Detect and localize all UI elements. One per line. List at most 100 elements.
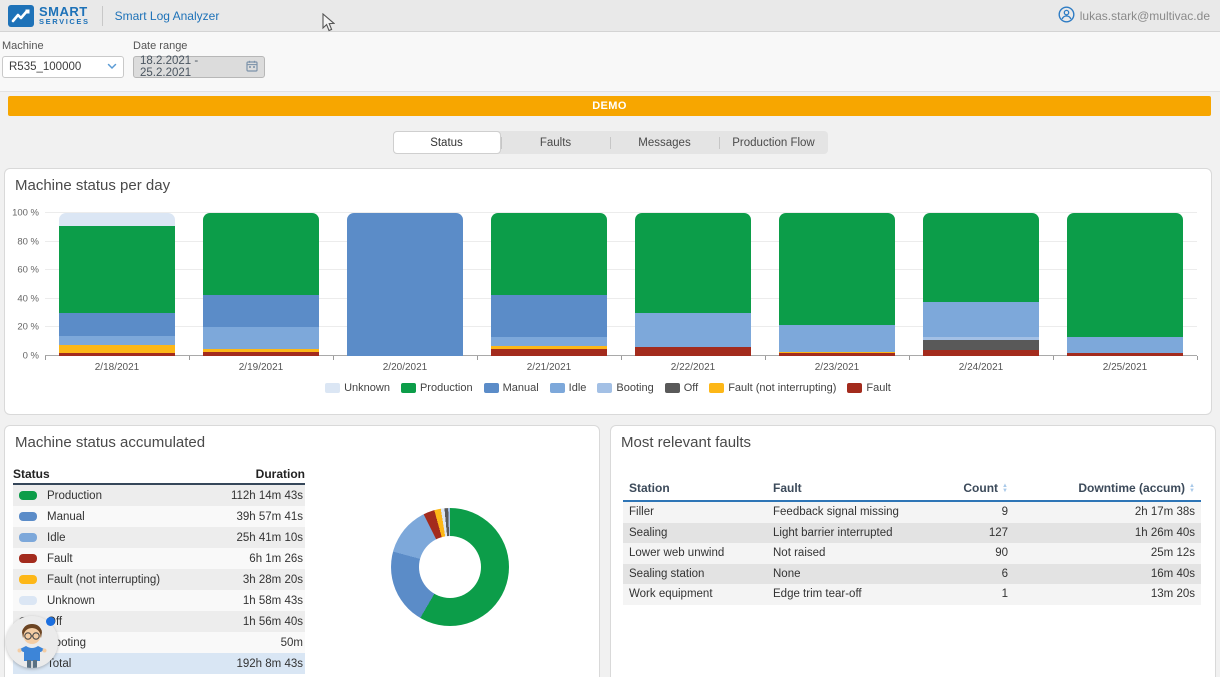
fault-description: Not raised <box>773 547 916 559</box>
fault-count: 1 <box>916 588 1026 600</box>
x-axis-tick <box>909 356 910 360</box>
date-range-input[interactable]: 18.2.2021 - 25.2.2021 <box>133 56 265 78</box>
bar-segment-production <box>59 226 175 313</box>
y-axis-labels: 0 %20 %40 %60 %80 %100 % <box>5 213 39 356</box>
accumulated-row-production[interactable]: Production112h 14m 43s <box>13 485 305 506</box>
status-name: Fault <box>47 553 73 565</box>
legend-label: Production <box>420 382 473 394</box>
tab-messages[interactable]: Messages <box>611 131 719 154</box>
bar-segment-unknown <box>59 213 175 226</box>
legend-label: Idle <box>569 382 587 394</box>
accumulated-row-manual[interactable]: Manual39h 57m 41s <box>13 506 305 527</box>
fault-row-sealing[interactable]: SealingLight barrier interrupted1271h 26… <box>623 523 1201 544</box>
machine-status-per-day-panel: Machine status per day 0 %20 %40 %60 %80… <box>4 168 1212 415</box>
x-axis-tick <box>477 356 478 360</box>
status-swatch <box>19 533 37 542</box>
legend-item-production[interactable]: Production <box>401 382 473 394</box>
bar-segment-production <box>1067 213 1183 337</box>
faults-panel-title: Most relevant faults <box>621 434 751 451</box>
x-tick-label: 2/21/2021 <box>477 362 621 373</box>
stacked-bar-chart[interactable] <box>45 213 1197 356</box>
chart-logo-icon <box>8 5 34 27</box>
y-tick-label: 100 % <box>12 208 39 219</box>
legend-item-booting[interactable]: Booting <box>597 382 653 394</box>
x-tick-label: 2/18/2021 <box>45 362 189 373</box>
x-axis-tick <box>189 356 190 360</box>
status-name: Manual <box>47 511 85 523</box>
legend-item-idle[interactable]: Idle <box>550 382 587 394</box>
legend-item-fault-not-interrupting-[interactable]: Fault (not interrupting) <box>709 382 836 394</box>
bar-group-2/21/2021[interactable] <box>477 213 621 356</box>
fault-row-work-equipment[interactable]: Work equipmentEdge trim tear-off113m 20s <box>623 584 1201 605</box>
filters-section: Machine R535_100000 Date range 18.2.2021… <box>0 32 1220 92</box>
logo-wordmark: SMART SERVICES <box>39 5 90 26</box>
fault-downtime: 16m 40s <box>1026 568 1201 580</box>
bar-segment-manual <box>203 295 319 328</box>
bar-group-2/18/2021[interactable] <box>45 213 189 356</box>
smart-services-logo[interactable]: SMART SERVICES <box>8 5 90 27</box>
bar-segment-idle <box>923 302 1039 338</box>
machine-label: Machine <box>2 40 124 52</box>
calendar-icon <box>246 60 258 75</box>
legend-swatch <box>401 383 416 393</box>
bar-segment-production <box>923 213 1039 302</box>
tab-faults[interactable]: Faults <box>502 131 610 154</box>
fault-downtime: 13m 20s <box>1026 588 1201 600</box>
fault-row-sealing-station[interactable]: Sealing stationNone616m 40s <box>623 564 1201 585</box>
fault-station: Sealing station <box>623 568 773 580</box>
fault-description: None <box>773 568 916 580</box>
status-swatch <box>19 554 37 563</box>
downtime-column-header[interactable]: Downtime (accum)▲▼ <box>1026 481 1201 495</box>
status-swatch <box>19 596 37 605</box>
bar-segment-fault <box>1067 353 1183 356</box>
tab-production-flow[interactable]: Production Flow <box>720 131 828 154</box>
legend-item-off[interactable]: Off <box>665 382 698 394</box>
app-title: Smart Log Analyzer <box>115 9 220 23</box>
bar-segment-fault <box>491 349 607 356</box>
status-name: Fault (not interrupting) <box>47 574 160 586</box>
legend-item-unknown[interactable]: Unknown <box>325 382 390 394</box>
legend-item-manual[interactable]: Manual <box>484 382 539 394</box>
accumulated-row-idle[interactable]: Idle25h 41m 10s <box>13 527 305 548</box>
legend-swatch <box>709 383 724 393</box>
bar-group-2/25/2021[interactable] <box>1053 213 1197 356</box>
accumulated-row-fault[interactable]: Fault6h 1m 26s <box>13 548 305 569</box>
fault-count: 9 <box>916 506 1026 518</box>
top-header-bar: SMART SERVICES Smart Log Analyzer lukas.… <box>0 0 1220 32</box>
date-range-label: Date range <box>133 40 265 52</box>
bar-segment-fault <box>923 350 1039 356</box>
legend-swatch <box>665 383 680 393</box>
most-relevant-faults-panel: Most relevant faults Station Fault Count… <box>610 425 1216 677</box>
status-duration: 112h 14m 43s <box>231 490 303 502</box>
bar-segment-idle <box>491 337 607 346</box>
user-account[interactable]: lukas.stark@multivac.de <box>1058 6 1210 26</box>
bar-group-2/20/2021[interactable] <box>333 213 477 356</box>
assistant-widget[interactable] <box>6 616 58 668</box>
y-tick-label: 20 % <box>17 322 39 333</box>
legend-label: Booting <box>616 382 653 394</box>
count-column-header[interactable]: Count▲▼ <box>916 481 1026 495</box>
bar-group-2/22/2021[interactable] <box>621 213 765 356</box>
x-axis-tick <box>1197 356 1198 360</box>
accumulated-row-fault-not-interrupting-[interactable]: Fault (not interrupting)3h 28m 20s <box>13 569 305 590</box>
bar-group-2/19/2021[interactable] <box>189 213 333 356</box>
bar-segment-production <box>635 213 751 313</box>
fault-row-filler[interactable]: FillerFeedback signal missing92h 17m 38s <box>623 502 1201 523</box>
demo-banner: DEMO <box>8 96 1211 116</box>
fault-description: Edge trim tear-off <box>773 588 916 600</box>
bar-group-2/24/2021[interactable] <box>909 213 1053 356</box>
legend-item-fault[interactable]: Fault <box>847 382 890 394</box>
assistant-notification-dot <box>46 617 55 626</box>
machine-select[interactable]: R535_100000 <box>2 56 124 78</box>
status-name: Unknown <box>47 595 95 607</box>
tab-status[interactable]: Status <box>393 131 501 154</box>
x-tick-label: 2/22/2021 <box>621 362 765 373</box>
fault-row-lower-web-unwind[interactable]: Lower web unwindNot raised9025m 12s <box>623 543 1201 564</box>
status-donut-chart[interactable] <box>391 508 509 626</box>
faults-table-header: Station Fault Count▲▼ Downtime (accum)▲▼ <box>623 476 1201 502</box>
bars-layer <box>45 213 1197 356</box>
accumulated-row-unknown[interactable]: Unknown1h 58m 43s <box>13 590 305 611</box>
bar-segment-production <box>779 213 895 325</box>
legend-swatch <box>484 383 499 393</box>
bar-group-2/23/2021[interactable] <box>765 213 909 356</box>
